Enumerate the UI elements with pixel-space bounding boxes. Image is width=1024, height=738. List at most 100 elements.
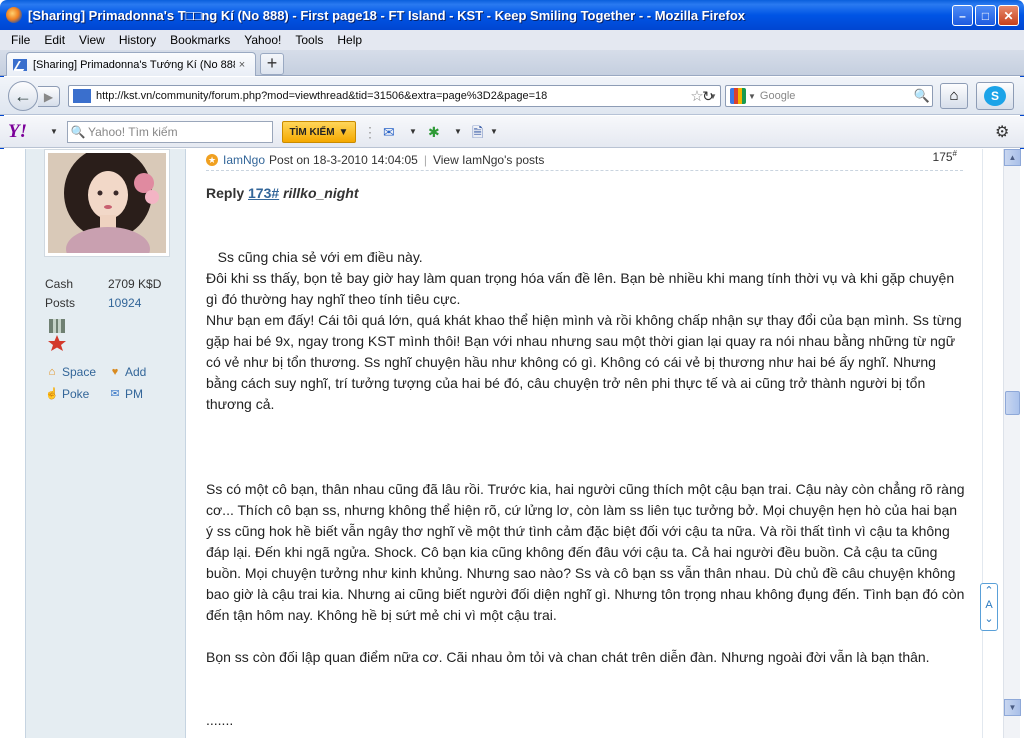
maximize-button[interactable]: □ — [975, 5, 996, 26]
gear-icon[interactable]: ⚙ — [995, 122, 1009, 142]
tab-label: [Sharing] Primadonna's Tướng Kí (No 888)… — [33, 58, 235, 71]
stat-cash: Cash 2709 K$D — [45, 277, 175, 291]
menu-history[interactable]: History — [112, 33, 163, 47]
post-number-sup: # — [952, 149, 957, 158]
post-meta: ★ IamNgo Post on 18-3-2010 14:04:05 | Vi… — [206, 149, 963, 171]
divider: | — [423, 152, 427, 167]
scrollbar-thumb[interactable] — [1005, 391, 1020, 415]
tab-bar: [Sharing] Primadonna's Tướng Kí (No 888)… — [0, 50, 1024, 76]
yahoo-search-input[interactable]: 🔍 Yahoo! Tìm kiếm — [67, 121, 273, 143]
back-button[interactable]: ← — [8, 81, 38, 111]
tab-close-icon[interactable]: × — [235, 58, 249, 72]
messenger-icon[interactable]: ✱ — [428, 122, 440, 142]
post-ellipsis: ....... — [206, 712, 234, 728]
home-button[interactable]: ⌂ — [940, 83, 968, 109]
skype-icon: S — [984, 86, 1006, 106]
scroll-down-button[interactable]: ▼ — [1004, 699, 1021, 716]
menu-edit[interactable]: Edit — [37, 33, 72, 47]
forward-button[interactable]: ▶ — [38, 86, 60, 107]
add-friend-icon: ♥ — [111, 366, 119, 378]
search-input[interactable]: Google — [760, 90, 912, 102]
post-number-value: 175 — [932, 150, 953, 164]
poke-link-label: Poke — [62, 387, 90, 401]
chevron-down-icon[interactable]: ▼ — [454, 122, 462, 142]
reply-post-link[interactable]: 173# — [248, 185, 279, 201]
content-border — [982, 149, 983, 738]
search-engine-dropdown-icon[interactable]: ▼ — [748, 92, 756, 101]
add-friend-link-label: Add — [125, 365, 147, 379]
stat-posts-label: Posts — [45, 296, 76, 310]
stat-posts-value[interactable]: 10924 — [108, 296, 141, 310]
search-bar[interactable]: ▼ Google 🔍 — [725, 85, 933, 107]
medal-icon — [48, 319, 66, 351]
yahoo-toolbar: Y! ▼ 🔍 Yahoo! Tìm kiếm TÌM KIẾM ▼ ⋮ ✉ ▼ … — [0, 116, 1024, 148]
online-status-icon: ★ — [206, 153, 218, 166]
menu-bookmarks[interactable]: Bookmarks — [163, 33, 237, 47]
skype-button[interactable]: S — [976, 82, 1014, 110]
chevron-down-icon[interactable]: ▼ — [409, 122, 417, 142]
mail-icon: ✉ — [110, 388, 120, 400]
menu-view[interactable]: View — [72, 33, 112, 47]
stat-posts: Posts 10924 — [45, 296, 175, 310]
stat-cash-value: 2709 K$D — [108, 277, 162, 291]
pm-link-label: PM — [125, 387, 143, 401]
url-text[interactable]: http://kst.vn/community/forum.php?mod=vi… — [96, 90, 688, 102]
firefox-icon — [6, 7, 22, 23]
post-date: Post on 18-3-2010 14:04:05 — [269, 152, 418, 167]
site-favicon — [73, 89, 91, 103]
poke-link[interactable]: ☝ Poke — [45, 387, 89, 401]
poke-icon: ☝ — [45, 388, 59, 400]
reply-label: Reply — [206, 185, 245, 201]
new-tab-button[interactable]: + — [260, 53, 284, 75]
menu-help[interactable]: Help — [330, 33, 369, 47]
author-link[interactable]: IamNgo — [223, 153, 265, 167]
search-icon[interactable]: 🔍 — [912, 88, 932, 104]
post-paragraph: Ss cũng chia sẻ với em điều này. Đôi khi… — [206, 249, 962, 412]
yahoo-logo[interactable]: Y! — [8, 122, 27, 142]
reload-icon[interactable]: ↻ — [697, 86, 719, 106]
minimize-button[interactable]: – — [952, 5, 973, 26]
menu-yahoo[interactable]: Yahoo! — [237, 33, 288, 47]
title-bar[interactable]: [Sharing] Primadonna's T□□ng Kí (No 888)… — [0, 0, 1024, 30]
menu-file[interactable]: File — [4, 33, 37, 47]
menu-bar: File Edit View History Bookmarks Yahoo! … — [0, 30, 1024, 50]
vertical-scrollbar[interactable]: ▲ ▼ — [1003, 149, 1021, 738]
scroll-up-button[interactable]: ▲ — [1004, 149, 1021, 166]
search-icon: 🔍 — [70, 125, 86, 139]
space-link-label: Space — [62, 365, 97, 379]
yahoo-search-button[interactable]: TÌM KIẾM ▼ — [282, 121, 356, 143]
pm-link[interactable]: ✉ PM — [108, 387, 143, 401]
site-favicon — [13, 58, 27, 71]
chevron-down-icon: ▼ — [338, 126, 349, 138]
reply-quote-header: Reply 173# rillko_night — [206, 185, 359, 201]
close-button[interactable]: ✕ — [998, 5, 1019, 26]
add-friend-link[interactable]: ♥ Add — [108, 365, 147, 379]
post-paragraph: Bọn ss còn đối lập quan điểm nữa cơ. Cãi… — [206, 649, 930, 665]
yahoo-menu-dropdown-icon[interactable]: ▼ — [50, 127, 58, 136]
toolbar-separator-icon: ⋮ — [363, 124, 377, 140]
post-number[interactable]: 175# — [933, 149, 957, 164]
avatar[interactable] — [44, 149, 170, 257]
yahoo-search-placeholder: Yahoo! Tìm kiếm — [88, 125, 178, 139]
post-body: ★ IamNgo Post on 18-3-2010 14:04:05 | Vi… — [206, 149, 966, 738]
author-sidebar: Cash 2709 K$D Posts 10924 ⌂ Space ♥ Add … — [25, 149, 186, 738]
scroll-to-top-widget[interactable]: ⌃ A ⌄ — [980, 583, 998, 631]
space-link[interactable]: ⌂ Space — [45, 365, 96, 379]
news-icon[interactable]: 🗎 — [472, 122, 483, 142]
avatar-image — [48, 153, 166, 253]
page-viewport: Cash 2709 K$D Posts 10924 ⌂ Space ♥ Add … — [0, 149, 1024, 738]
view-author-posts-link[interactable]: View IamNgo's posts — [433, 153, 544, 167]
stat-cash-label: Cash — [45, 277, 74, 291]
navigation-bar: ← ▶ http://kst.vn/community/forum.php?mo… — [0, 77, 1024, 115]
window-title: [Sharing] Primadonna's T□□ng Kí (No 888)… — [28, 7, 746, 23]
yahoo-search-button-label: TÌM KIẾM — [289, 126, 335, 138]
home-icon: ⌂ — [48, 366, 56, 378]
chevron-down-icon[interactable]: ▼ — [490, 122, 498, 142]
mail-icon[interactable]: ✉ — [383, 122, 395, 142]
tab-current[interactable]: [Sharing] Primadonna's Tướng Kí (No 888)… — [6, 52, 256, 76]
menu-tools[interactable]: Tools — [288, 33, 330, 47]
reply-username: rillko_night — [283, 185, 359, 201]
url-bar[interactable]: http://kst.vn/community/forum.php?mod=vi… — [68, 85, 721, 107]
google-icon[interactable] — [730, 88, 746, 104]
post-paragraph: Ss có một cô bạn, thân nhau cũng đã lâu … — [206, 481, 965, 623]
